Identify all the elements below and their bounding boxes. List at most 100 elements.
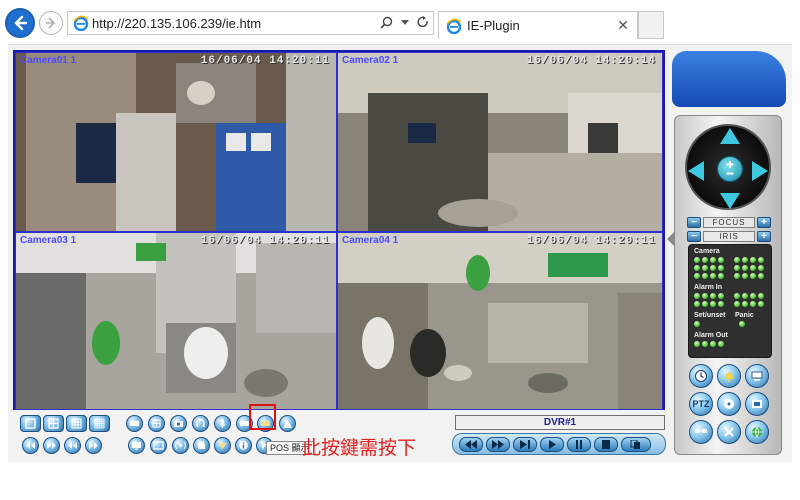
- layout-1-button[interactable]: [20, 415, 41, 432]
- schedule-button[interactable]: [689, 364, 713, 388]
- ie-tab-icon: [446, 18, 462, 34]
- nine-view-icon: [71, 418, 82, 429]
- camera-view-3[interactable]: Camera03 1 16/06/04 14:20:11: [15, 232, 337, 410]
- led: [742, 273, 748, 279]
- toolbar-button-r2-1[interactable]: [22, 437, 39, 454]
- focus-control: − FOCUS +: [687, 216, 771, 228]
- ptz-down-icon[interactable]: [720, 193, 740, 209]
- search-button[interactable]: [745, 392, 769, 416]
- ptz-right-icon[interactable]: [752, 161, 768, 181]
- fast-forward-button[interactable]: [486, 437, 510, 452]
- tab-close-button[interactable]: ✕: [617, 17, 629, 34]
- pos-highlight-box: [249, 404, 276, 430]
- layout-4-button[interactable]: [43, 415, 64, 432]
- play-button[interactable]: [540, 437, 564, 452]
- new-tab-button[interactable]: [638, 11, 664, 39]
- camera-view-2[interactable]: Camera02 1 16/06/04 14:20:14: [337, 52, 663, 232]
- ie-logo-icon: [73, 15, 89, 31]
- camera-name: Camera02 1: [342, 55, 399, 66]
- iris-minus-button[interactable]: −: [687, 230, 701, 242]
- step-forward-icon: [520, 440, 530, 449]
- toolbar-button-r2-8[interactable]: [193, 437, 210, 454]
- config-button[interactable]: [717, 420, 741, 444]
- camera-2-scene: [338, 53, 662, 231]
- led: [750, 265, 756, 271]
- camera-timestamp: 16/06/04 14:20:11: [200, 235, 330, 247]
- toolbar-button-r2-2[interactable]: [43, 437, 60, 454]
- toolbar-button-r2-7[interactable]: [172, 437, 189, 454]
- microphone-icon: [219, 419, 226, 428]
- playback-bar: [452, 433, 666, 455]
- led: [758, 293, 764, 299]
- rewind-button[interactable]: [459, 437, 483, 452]
- copy-icon: [630, 440, 640, 449]
- network-icon: [175, 441, 186, 450]
- clock-icon: [695, 370, 707, 382]
- refresh-icon[interactable]: [417, 16, 429, 29]
- toolbar-button-r2-5[interactable]: [128, 437, 145, 454]
- camera-view-4[interactable]: Camera04 1 16/06/04 14:20:11: [337, 232, 663, 410]
- snapshot-button[interactable]: [170, 415, 187, 432]
- film-icon: [752, 400, 762, 408]
- toolbar-button-r2-4[interactable]: [85, 437, 102, 454]
- toolbar-button-r2-9[interactable]: [214, 437, 231, 454]
- talk-button[interactable]: [214, 415, 231, 432]
- led: [710, 273, 716, 279]
- network-button[interactable]: [689, 420, 713, 444]
- focus-plus-button[interactable]: +: [757, 216, 771, 228]
- browser-tab[interactable]: IE-Plugin ✕: [438, 11, 638, 39]
- stop-button[interactable]: [594, 437, 618, 452]
- ptz-up-icon[interactable]: [720, 128, 740, 144]
- camera-3-scene: [16, 233, 336, 409]
- panic-led: [739, 321, 745, 327]
- led: [742, 257, 748, 263]
- iris-label: IRIS: [703, 230, 755, 242]
- toolbar-button-r2-3[interactable]: [64, 437, 81, 454]
- dropdown-caret-icon[interactable]: [401, 19, 409, 26]
- tools-icon: [724, 427, 734, 437]
- led: [694, 341, 700, 347]
- tab-title: IE-Plugin: [467, 18, 520, 33]
- led: [710, 265, 716, 271]
- sequence-button[interactable]: [126, 415, 143, 432]
- led: [710, 293, 716, 299]
- single-view-icon: [25, 418, 36, 429]
- alarm-bell-button[interactable]: [717, 364, 741, 388]
- disk-icon: [724, 399, 734, 409]
- led: [702, 341, 708, 347]
- alarm-in-label: Alarm In: [694, 284, 723, 291]
- forward-button[interactable]: [39, 11, 63, 35]
- ptz-left-icon[interactable]: [688, 161, 704, 181]
- step-forward-button[interactable]: [513, 437, 537, 452]
- url-text: http://220.135.106.239/ie.htm: [92, 16, 262, 31]
- led: [694, 273, 700, 279]
- toolbar-button-r2-10[interactable]: [235, 437, 252, 454]
- dvr-plugin: Camera01 1 16/06/04 14:20:11 Camera02 1 …: [8, 44, 792, 462]
- layout-9-button[interactable]: [66, 415, 87, 432]
- exit-button[interactable]: [745, 420, 769, 444]
- zoom-button[interactable]: [717, 156, 743, 182]
- layout-16-button[interactable]: [89, 415, 110, 432]
- camera-name: Camera01 1: [20, 55, 77, 66]
- grid-button[interactable]: [148, 415, 165, 432]
- toolbar-button-r2-6[interactable]: [150, 437, 167, 454]
- system-button[interactable]: [745, 364, 769, 388]
- sequence-icon: [130, 421, 139, 426]
- led: [718, 273, 724, 279]
- ptz-button[interactable]: PTZ: [689, 392, 713, 416]
- copy-button[interactable]: [621, 437, 651, 452]
- focus-minus-button[interactable]: −: [687, 216, 701, 228]
- back-button[interactable]: [5, 8, 35, 38]
- camera-view-1[interactable]: Camera01 1 16/06/04 14:20:11: [15, 52, 337, 232]
- iris-plus-button[interactable]: +: [757, 230, 771, 242]
- focus-label: FOCUS: [703, 216, 755, 228]
- print-icon: [198, 441, 205, 449]
- address-bar[interactable]: http://220.135.106.239/ie.htm: [67, 11, 434, 35]
- search-icon[interactable]: [380, 16, 393, 29]
- camera-icon: [174, 421, 183, 427]
- pause-button[interactable]: [567, 437, 591, 452]
- playback-mode-button[interactable]: [717, 392, 741, 416]
- audio-button[interactable]: [192, 415, 209, 432]
- led: [718, 341, 724, 347]
- alarm-button[interactable]: [279, 415, 296, 432]
